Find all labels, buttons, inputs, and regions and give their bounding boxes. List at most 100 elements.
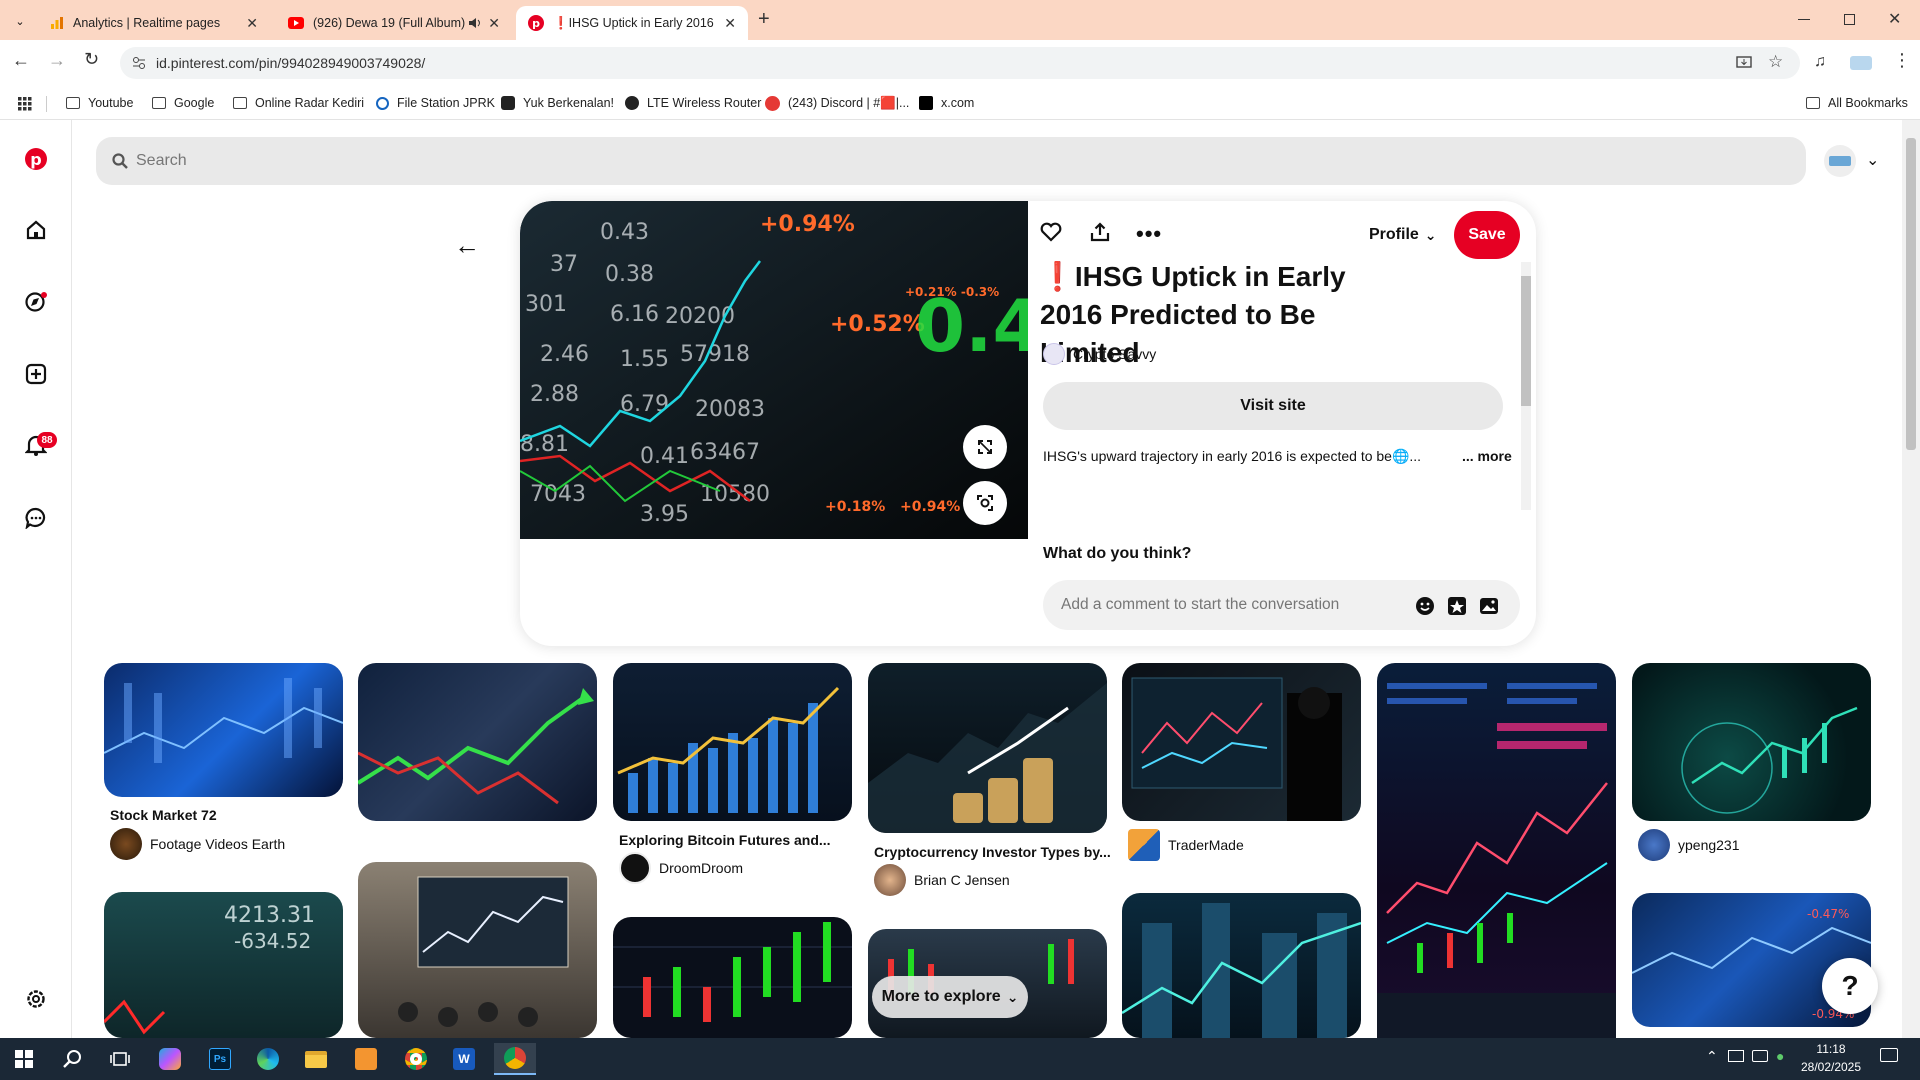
related-pin-2[interactable] (358, 663, 597, 821)
minimize-icon[interactable] (1798, 19, 1810, 20)
tab-pinterest[interactable]: p ❗IHSG Uptick in Early 2016 Pre… ✕ (516, 6, 748, 40)
related-pin-caption[interactable]: Stock Market 72 (110, 807, 217, 823)
pin-author[interactable]: Crypto Savvy (1043, 343, 1156, 365)
related-pin-3[interactable] (613, 663, 852, 821)
copilot-icon[interactable] (154, 1043, 186, 1075)
browser-menu-icon[interactable]: ⋮ (1893, 50, 1911, 71)
visual-search-icon[interactable] (963, 481, 1007, 525)
taskbar-search-icon[interactable] (56, 1043, 88, 1075)
related-pin-author[interactable]: TraderMade (1128, 829, 1244, 861)
search-input[interactable]: Search (96, 137, 1806, 185)
comment-input[interactable]: Add a comment to start the conversation (1043, 580, 1520, 630)
related-pin-6[interactable]: 4213.31 -634.52 (104, 892, 343, 1038)
back-arrow-icon[interactable]: ← (454, 230, 480, 261)
page-scroll-thumb[interactable] (1906, 138, 1916, 450)
tab-youtube[interactable]: (926) Dewa 19 (Full Album) ✕ (276, 6, 512, 40)
install-app-icon[interactable] (1736, 55, 1752, 71)
clock-date[interactable]: 28/02/2025 (1784, 1060, 1878, 1074)
related-pin-author[interactable]: Brian C Jensen (874, 864, 1010, 896)
task-view-icon[interactable] (104, 1043, 136, 1075)
restore-icon[interactable] (1844, 14, 1855, 25)
related-pin-author[interactable]: DroomDroom (619, 852, 743, 884)
sticker-icon[interactable] (1447, 596, 1467, 616)
chrome-icon[interactable] (400, 1043, 432, 1075)
bookmark-yuk[interactable]: Yuk Berkenalan! (501, 96, 614, 110)
scroll-thumb[interactable] (1521, 276, 1531, 406)
bookmark-star-icon[interactable]: ☆ (1768, 52, 1783, 72)
bookmark-lte[interactable]: LTE Wireless Router (625, 96, 761, 110)
visit-site-button[interactable]: Visit site (1043, 382, 1503, 430)
chrome-active-icon[interactable] (494, 1043, 536, 1075)
emoji-icon[interactable] (1415, 596, 1435, 616)
related-pin-author[interactable]: ypeng231 (1638, 829, 1740, 861)
home-icon[interactable] (22, 216, 50, 244)
expand-icon[interactable] (963, 425, 1007, 469)
react-heart-icon[interactable] (1040, 222, 1062, 247)
bookmark-google[interactable]: Google (152, 96, 214, 110)
edge-icon[interactable] (252, 1043, 284, 1075)
file-explorer-icon[interactable] (300, 1043, 332, 1075)
clock-time[interactable]: 11:18 (1784, 1042, 1878, 1056)
close-window-icon[interactable]: ✕ (1888, 9, 1901, 29)
address-bar[interactable]: id.pinterest.com/pin/994028949003749028/… (120, 47, 1800, 79)
tray-chevron-icon[interactable]: ⌃ (1706, 1048, 1718, 1065)
related-pin-caption[interactable]: Cryptocurrency Investor Types by... (874, 844, 1111, 860)
notification-center-icon[interactable] (1880, 1048, 1898, 1062)
account-chevron-icon[interactable]: ⌄ (1866, 150, 1879, 170)
windows-start-icon[interactable] (8, 1043, 40, 1075)
pin-image[interactable]: 0.43 37 0.38 301 6.16 20200 2.46 1.55 57918 2.… (520, 201, 1028, 539)
network-icon[interactable] (1728, 1050, 1744, 1062)
image-upload-icon[interactable] (1479, 596, 1499, 616)
bookmark-online-radar[interactable]: Online Radar Kediri (233, 96, 364, 110)
more-to-explore-button[interactable]: More to explore ⌄ (872, 976, 1028, 1018)
url-text[interactable]: id.pinterest.com/pin/994028949003749028/ (156, 55, 425, 71)
pinterest-logo-icon[interactable]: p (22, 145, 50, 173)
account-avatar[interactable] (1824, 145, 1856, 177)
tab-analytics[interactable]: Analytics | Realtime pages ✕ (38, 6, 270, 40)
tab-search-button[interactable]: ⌄ (8, 10, 32, 32)
site-info-icon[interactable] (132, 56, 146, 70)
word-icon[interactable]: W (448, 1043, 480, 1075)
display-icon[interactable] (1752, 1050, 1768, 1062)
photoshop-icon[interactable]: Ps (204, 1043, 236, 1075)
settings-icon[interactable] (22, 985, 50, 1013)
related-pin-4[interactable] (868, 663, 1107, 833)
profile-avatar-icon[interactable] (1850, 56, 1872, 70)
more-options-icon[interactable]: ••• (1136, 221, 1162, 247)
tab-close-icon[interactable]: ✕ (488, 15, 500, 32)
forward-icon[interactable]: → (48, 50, 66, 71)
related-pin-5[interactable] (1122, 663, 1361, 821)
new-tab-button[interactable]: + (758, 8, 770, 31)
bookmark-x[interactable]: x.com (919, 96, 974, 110)
help-button[interactable]: ? (1822, 958, 1878, 1014)
reload-icon[interactable]: ↻ (84, 49, 99, 70)
explore-icon[interactable] (22, 288, 50, 316)
profile-dropdown[interactable]: Profile ⌄ (1369, 226, 1437, 244)
related-pin-7[interactable] (358, 862, 597, 1038)
share-icon[interactable] (1090, 222, 1110, 247)
related-pin-11[interactable] (1377, 663, 1616, 1038)
page-scrollbar[interactable] (1902, 120, 1920, 1038)
related-pin-12[interactable] (1632, 663, 1871, 821)
details-scrollbar[interactable] (1521, 262, 1531, 510)
bookmark-youtube[interactable]: Youtube (66, 96, 133, 110)
related-pin-10[interactable] (1122, 893, 1361, 1038)
related-pin-1[interactable] (104, 663, 343, 797)
media-controls-icon[interactable]: ♫ (1814, 53, 1826, 71)
bookmark-discord[interactable]: (243) Discord | #🟥|... (765, 96, 909, 111)
sublime-icon[interactable] (350, 1043, 382, 1075)
create-icon[interactable] (22, 360, 50, 388)
back-icon[interactable]: ← (12, 50, 30, 71)
tab-close-icon[interactable]: ✕ (724, 15, 736, 32)
related-pin-8[interactable] (613, 917, 852, 1038)
messages-icon[interactable] (22, 504, 50, 532)
all-bookmarks[interactable]: All Bookmarks (1806, 96, 1908, 110)
related-pin-author[interactable]: Footage Videos Earth (110, 828, 285, 860)
description-more-link[interactable]: ... more (1462, 448, 1512, 464)
bookmark-file-station[interactable]: File Station JPRK (376, 96, 495, 110)
related-pin-caption[interactable]: Exploring Bitcoin Futures and... (619, 832, 831, 848)
tab-close-icon[interactable]: ✕ (246, 15, 258, 32)
speaker-icon[interactable] (468, 16, 482, 30)
apps-grid-icon[interactable] (18, 97, 32, 111)
save-button[interactable]: Save (1454, 211, 1520, 259)
